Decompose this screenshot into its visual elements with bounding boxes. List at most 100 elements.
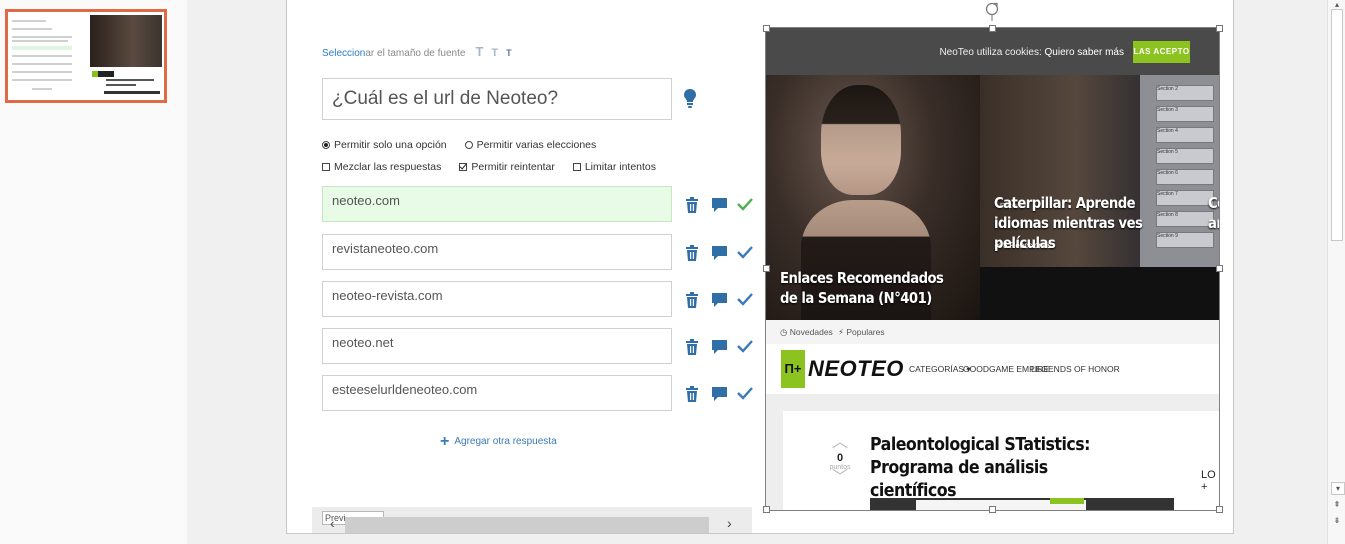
- option-single-choice[interactable]: Permitir solo una opción: [322, 139, 447, 151]
- panel-cell: Section 4: [1156, 127, 1214, 143]
- clock-icon: ◷: [780, 327, 788, 337]
- mark-correct-check-icon[interactable]: [737, 197, 753, 216]
- resize-handle-se[interactable]: [1216, 506, 1223, 513]
- answer-mode-options: Permitir solo una opción Permitir varias…: [322, 139, 614, 151]
- vote-count: 0: [836, 452, 844, 464]
- font-size-hint-text: ar el tamaño de fuente: [365, 48, 466, 59]
- downvote-icon[interactable]: ﹀: [829, 470, 851, 486]
- menu-legends[interactable]: LEGENDS OF HONOR: [1031, 364, 1120, 374]
- plus-icon: +: [440, 432, 450, 450]
- option-shuffle[interactable]: Mezclar las respuestas: [322, 161, 441, 173]
- horizontal-scrollbar[interactable]: Previ ‹ ›: [312, 507, 752, 533]
- scroll-right-arrow-icon[interactable]: ›: [727, 515, 732, 531]
- vertical-scroll-thumb[interactable]: [1331, 9, 1343, 241]
- hero-dark-strip: [980, 267, 1219, 320]
- resize-handle-n[interactable]: [989, 25, 996, 32]
- mark-correct-check-icon[interactable]: [737, 292, 753, 311]
- sidebar-heading: LO +: [1201, 469, 1216, 493]
- font-size-large-button[interactable]: T: [475, 44, 483, 59]
- option-limit[interactable]: Limitar intentos: [572, 161, 657, 173]
- mark-correct-check-icon[interactable]: [737, 339, 753, 358]
- neoteo-logo-mark[interactable]: Π+: [781, 350, 805, 388]
- option-limit-label: Limitar intentos: [584, 161, 657, 173]
- answer-field-5[interactable]: esteeselurldeneoteo.com: [322, 375, 672, 411]
- trash-icon[interactable]: [685, 197, 699, 219]
- comment-icon[interactable]: [711, 386, 728, 407]
- cookie-bar: NeoTeo utiliza cookies: Quiero saber más…: [766, 28, 1219, 75]
- comment-icon[interactable]: [711, 197, 728, 218]
- comment-icon[interactable]: [711, 292, 728, 313]
- resize-handle-e[interactable]: [1216, 265, 1223, 272]
- tab-populares[interactable]: ⚡︎ Populares: [838, 327, 885, 338]
- upvote-icon[interactable]: ︿: [829, 435, 851, 451]
- share-icon: ⋖: [994, 241, 1001, 250]
- slide-canvas: Seleccion ar el tamaño de fuente T T T ¿C…: [286, 0, 1234, 534]
- site-navbar: Π+ NEOTEO CATEGORÍAS ▾ GOODGAME EMPIRE L…: [766, 344, 1219, 395]
- scroll-down-arrow-icon[interactable]: ▾: [1331, 482, 1345, 495]
- tab-novedades[interactable]: ◷ Novedades: [780, 327, 833, 338]
- thumbnail-web-preview: [90, 15, 162, 97]
- checkbox-shuffle[interactable]: [322, 163, 330, 171]
- comment-icon[interactable]: [711, 339, 728, 360]
- question-input[interactable]: ¿Cuál es el url de Neoteo?: [322, 78, 672, 120]
- scroll-left-arrow-icon[interactable]: ‹: [330, 515, 335, 531]
- scroll-up-arrow-icon[interactable]: ▴: [1331, 0, 1343, 9]
- panel-cell: Section 5: [1156, 148, 1214, 164]
- answer-field-2[interactable]: revistaneoteo.com: [322, 234, 672, 270]
- answer-settings-options: Mezclar las respuestas Permitir reintent…: [322, 161, 674, 173]
- trash-icon[interactable]: [685, 339, 699, 361]
- previous-slide-icon[interactable]: ⇞: [1331, 500, 1343, 509]
- resize-handle-sw[interactable]: [763, 506, 770, 513]
- answer-field-1[interactable]: neoteo.com: [322, 186, 672, 222]
- radio-multiple[interactable]: [464, 141, 473, 149]
- horizontal-scroll-thumb[interactable]: [345, 517, 709, 533]
- trash-icon[interactable]: [685, 292, 699, 314]
- mark-correct-check-icon[interactable]: [737, 245, 753, 264]
- font-size-small-button[interactable]: T: [506, 48, 512, 58]
- checkbox-limit[interactable]: [572, 163, 581, 171]
- cookie-more-link[interactable]: Quiero saber más: [1045, 47, 1124, 58]
- feed-tabs: ◷ Novedades ⚡︎ Populares: [766, 320, 1219, 345]
- mark-correct-check-icon[interactable]: [737, 386, 753, 405]
- trash-icon[interactable]: [685, 386, 699, 408]
- radio-single[interactable]: [322, 141, 330, 149]
- panel-cell: Section 6: [1156, 169, 1214, 185]
- slide-thumbnail-1[interactable]: [5, 9, 167, 103]
- panel-cell: Section 3: [1156, 106, 1214, 122]
- embedded-webpage-frame[interactable]: NeoTeo utiliza cookies: Quiero saber más…: [765, 27, 1220, 511]
- hero-right-meta: ⋖ 3 Reacciones: [994, 241, 1052, 250]
- option-retry[interactable]: Permitir reintentar: [459, 161, 555, 173]
- trash-icon[interactable]: [685, 245, 699, 267]
- answer-field-3[interactable]: neoteo-revista.com: [322, 281, 672, 317]
- resize-handle-ne[interactable]: [1216, 25, 1223, 32]
- answer-field-4[interactable]: neoteo.net: [322, 328, 672, 364]
- next-slide-icon[interactable]: ⇟: [1331, 516, 1343, 525]
- option-multiple-label: Permitir varias elecciones: [476, 139, 597, 151]
- font-size-hint-link[interactable]: Seleccion: [322, 48, 365, 59]
- option-shuffle-label: Mezclar las respuestas: [334, 161, 442, 173]
- menu-categorias[interactable]: CATEGORÍAS ▾: [909, 364, 971, 375]
- option-multiple-choice[interactable]: Permitir varias elecciones: [464, 139, 597, 151]
- checkbox-retry[interactable]: [459, 163, 468, 171]
- rotate-handle-icon[interactable]: [984, 1, 1000, 26]
- lightbulb-icon[interactable]: [683, 88, 697, 115]
- bolt-icon: ⚡︎: [838, 327, 844, 337]
- vote-widget: ︿ 0 puntos ﹀: [829, 435, 851, 486]
- add-answer-label: Agregar otra respuesta: [454, 436, 557, 447]
- option-single-label: Permitir solo una opción: [334, 139, 447, 151]
- hero-left-title[interactable]: Enlaces Recomendados de la Semana (N°401…: [780, 268, 956, 308]
- cookie-text: NeoTeo utiliza cookies: Quiero saber más: [939, 47, 1124, 58]
- neoteo-logo-text[interactable]: NEOTEO: [808, 356, 904, 382]
- add-answer-button[interactable]: + Agregar otra respuesta: [440, 432, 557, 450]
- font-size-medium-button[interactable]: T: [491, 47, 498, 59]
- option-retry-label: Permitir reintentar: [471, 161, 555, 173]
- font-size-selector: Seleccion ar el tamaño de fuente T T T: [322, 44, 512, 59]
- slide-thumbnail-pane: [0, 0, 188, 544]
- vertical-scrollbar[interactable]: ▴ ▾ ⇞ ⇟: [1327, 0, 1345, 544]
- comment-icon[interactable]: [711, 245, 728, 266]
- resize-handle-nw[interactable]: [763, 25, 770, 32]
- article-title[interactable]: Paleontological STatistics: Programa de …: [870, 433, 1116, 502]
- resize-handle-w[interactable]: [763, 265, 770, 272]
- cookie-accept-button[interactable]: LAS ACEPTO: [1133, 41, 1190, 63]
- resize-handle-s[interactable]: [989, 506, 996, 513]
